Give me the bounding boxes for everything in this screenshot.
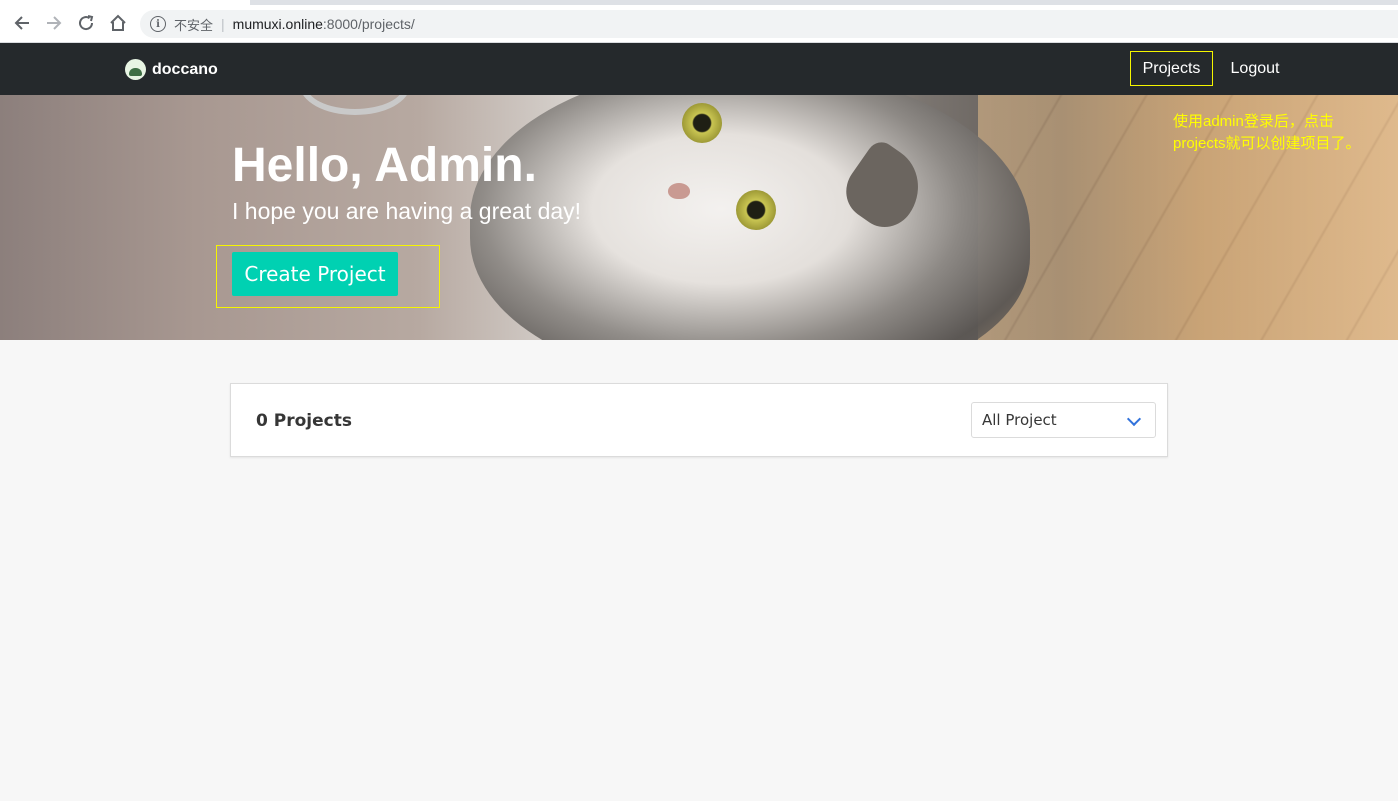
projects-card: 0 Projects All Project: [230, 383, 1168, 457]
app-navbar: doccano Projects Logout: [0, 43, 1398, 95]
url-path: :8000/projects/: [322, 16, 415, 32]
chevron-down-icon: [1126, 411, 1142, 427]
annotation-note: 使用admin登录后，点击 projects就可以创建项目了。: [1173, 111, 1393, 155]
create-project-button[interactable]: Create Project: [232, 252, 398, 296]
reload-icon[interactable]: [75, 12, 97, 34]
back-arrow-icon[interactable]: [11, 12, 33, 34]
annotation-line-1: 使用admin登录后，点击: [1173, 113, 1334, 130]
info-icon[interactable]: i: [150, 16, 166, 32]
doccano-logo-icon: [125, 59, 146, 80]
hero-bowl-decoration: [300, 95, 410, 115]
url-separator: |: [221, 16, 225, 32]
security-label: 不安全: [174, 17, 214, 33]
forward-arrow-icon[interactable]: [43, 12, 65, 34]
hero-title: Hello, Admin.: [232, 139, 537, 192]
active-tab[interactable]: [0, 0, 250, 5]
browser-toolbar: i 不安全 | mumuxi.online:8000/projects/: [0, 0, 1398, 43]
hero-cat-nose: [668, 183, 690, 199]
annotation-line-2: projects就可以创建项目了。: [1173, 135, 1361, 152]
project-filter-value: All Project: [982, 411, 1057, 429]
brand[interactable]: doccano: [125, 59, 218, 80]
nav-projects-link[interactable]: Projects: [1130, 51, 1213, 86]
nav-logout-link[interactable]: Logout: [1222, 51, 1288, 86]
projects-count-title: 0 Projects: [256, 411, 352, 431]
project-filter-select[interactable]: All Project: [971, 402, 1156, 438]
address-bar[interactable]: i 不安全 | mumuxi.online:8000/projects/: [140, 10, 1398, 38]
url-host: mumuxi.online: [232, 16, 323, 32]
hero-cat-eye-left: [682, 103, 722, 143]
hero-cat-eye-right: [736, 190, 776, 230]
hero-subtitle: I hope you are having a great day!: [232, 198, 582, 224]
brand-name: doccano: [152, 60, 218, 78]
home-icon[interactable]: [107, 12, 129, 34]
tab-strip: [0, 0, 1398, 5]
